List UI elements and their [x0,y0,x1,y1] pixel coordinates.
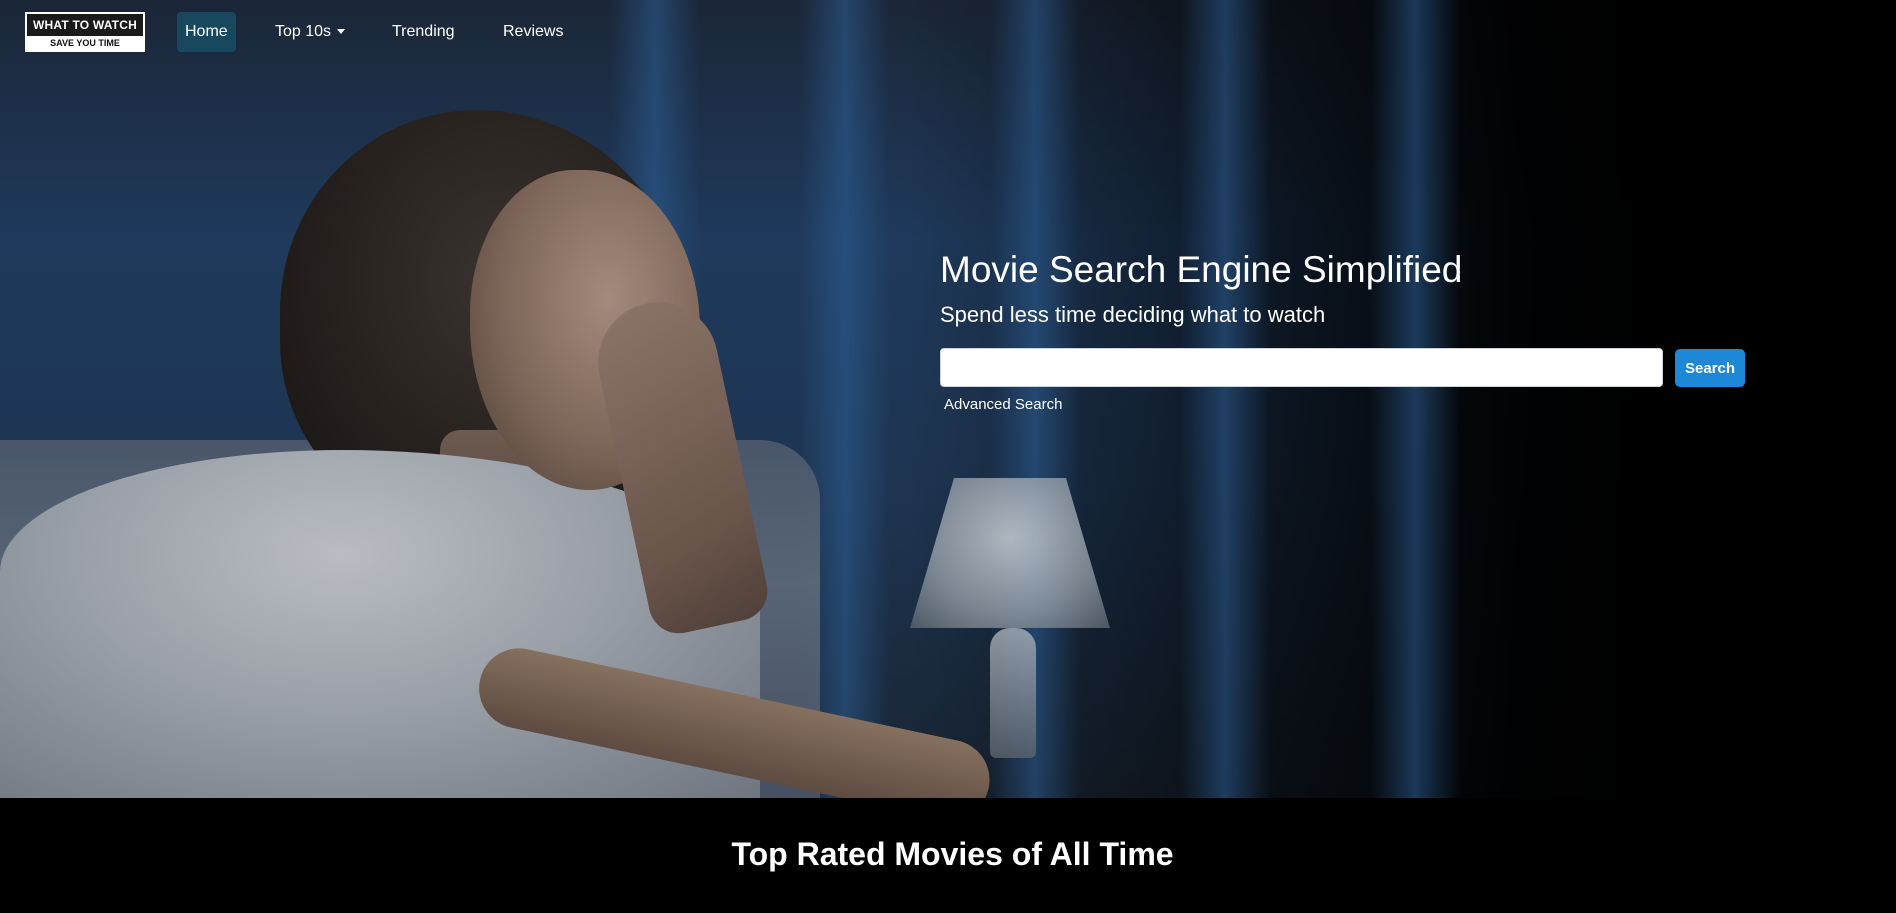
section-title: Top Rated Movies of All Time [731,836,1174,872]
hero-content: Movie Search Engine Simplified Spend les… [940,246,1760,413]
nav-trending-link[interactable]: Trending [384,12,463,52]
logo-tagline: SAVE YOU TIME [50,38,120,48]
hero-title: Movie Search Engine Simplified [940,249,1463,290]
nav-reviews-link[interactable]: Reviews [495,12,571,52]
search-bar: Search [940,348,1760,388]
lamp-base-shape [990,628,1036,758]
curtain-fold [1370,0,1460,798]
search-button[interactable]: Search [1675,349,1745,387]
top-navbar: WHAT TO WATCH SAVE YOU TIME Home Top 10s… [0,0,1896,64]
nav-top10s-label: Top 10s [275,23,332,40]
caret-down-icon [337,29,346,35]
lamp-shade-shape [910,478,1110,628]
hero-background-image [0,0,1646,798]
hero-banner: Movie Search Engine Simplified Spend les… [0,0,1896,798]
hero-subtitle: Spend less time deciding what to watch [940,302,1326,327]
nav-home-link[interactable]: Home [177,12,236,52]
search-input[interactable] [940,348,1663,387]
advanced-search-link[interactable]: Advanced Search [944,396,1062,413]
logo-title: WHAT TO WATCH [27,14,143,36]
curtain-fold [1180,0,1270,798]
site-logo[interactable]: WHAT TO WATCH SAVE YOU TIME [25,12,145,52]
nav-top10s-dropdown[interactable]: Top 10s [267,12,353,52]
